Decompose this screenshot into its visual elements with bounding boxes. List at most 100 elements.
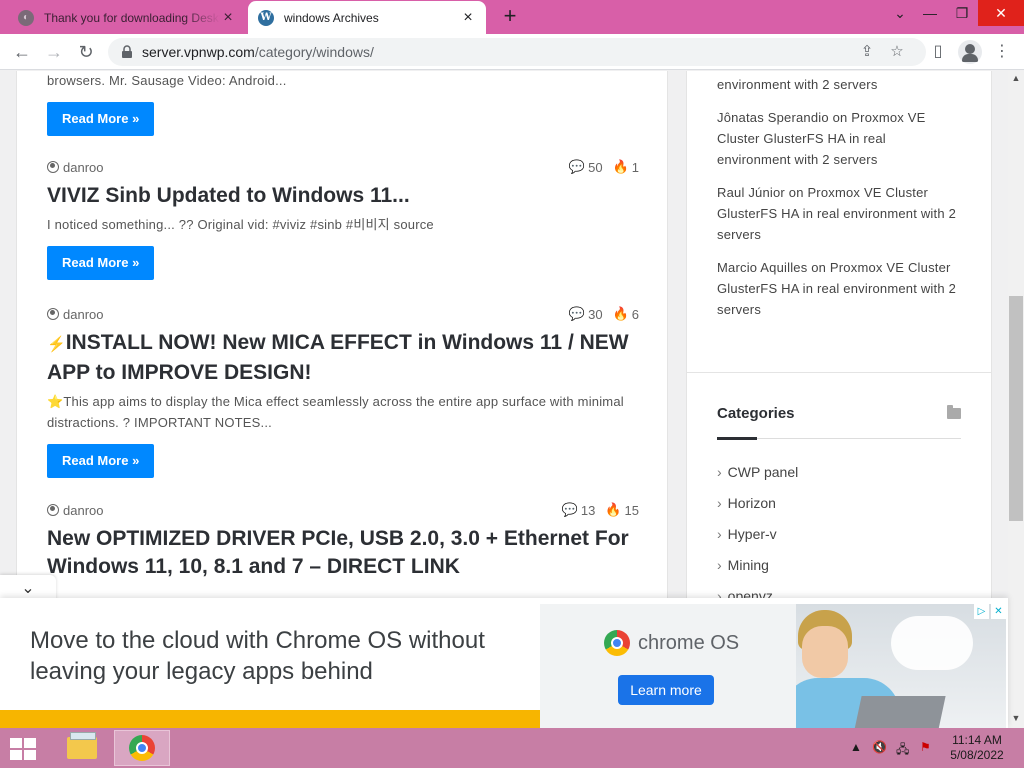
restore-button[interactable]: ❐ <box>945 0 979 26</box>
post-item: danroo 💬 13 🔥 15 New OPTIMIZED DRIVER PCIe… <box>47 501 639 581</box>
scroll-up-icon[interactable]: ▲ <box>1011 73 1021 83</box>
close-ad-icon[interactable]: ✕ <box>991 604 1006 619</box>
views-count: 🔥 6 <box>612 306 639 322</box>
system-clock[interactable]: 11:14 AM 5/08/2022 <box>944 733 1010 763</box>
close-window-button[interactable]: ✕ <box>978 0 1024 26</box>
category-link[interactable]: › Mining <box>717 557 769 573</box>
flame-icon: 🔥 <box>612 306 629 321</box>
post-item: danroo 💬 50 🔥 1 VIVIZ Sinb Updated to Wind… <box>47 158 639 280</box>
tab-windows-archives[interactable]: W windows Archives × <box>248 1 486 34</box>
volume-muted-icon[interactable]: 🔇 <box>872 740 887 754</box>
flame-icon: 🔥 <box>605 502 622 517</box>
share-icon[interactable]: ⇪ <box>858 43 876 61</box>
post-title[interactable]: VIVIZ Sinb Updated to Windows 11... <box>47 182 639 210</box>
ad-photo[interactable] <box>796 604 1006 728</box>
learn-more-button[interactable]: Learn more <box>618 675 714 705</box>
post-meta: danroo 💬 30 🔥 6 <box>47 305 639 323</box>
comments-count[interactable]: 💬 30 <box>569 306 603 322</box>
ad-choices[interactable]: ▷ ✕ <box>974 604 1006 619</box>
ad-brand: chrome OS <box>604 630 739 656</box>
post-title[interactable]: New OPTIMIZED DRIVER PCIe, USB 2.0, 3.0 … <box>47 525 639 581</box>
chrome-logo-icon <box>604 630 630 656</box>
chevron-right-icon: › <box>717 464 722 480</box>
bookmark-star-icon[interactable]: ☆ <box>888 43 906 61</box>
file-explorer-icon <box>67 732 97 759</box>
category-link[interactable]: › Hyper-v <box>717 526 777 542</box>
chrome-icon <box>129 735 155 761</box>
url-host: server.vpnwp.com <box>142 44 255 60</box>
new-tab-button[interactable]: + <box>498 5 522 29</box>
recent-comment[interactable]: Jônatas Sperandio on Proxmox VE Cluster … <box>717 107 957 170</box>
post-item: browsers. Mr. Sausage Video: Android... … <box>47 71 639 136</box>
recent-comment[interactable]: Marcio Aquilles on Proxmox VE Cluster Gl… <box>717 257 957 320</box>
taskbar: ▲ 🔇 🖧 ⚑ 11:14 AM 5/08/2022 <box>0 728 1024 768</box>
ad-stripe <box>0 710 540 728</box>
post-meta: danroo 💬 50 🔥 1 <box>47 158 639 176</box>
browser-toolbar: ← → ↻ server.vpnwp.com/category/windows/… <box>0 34 1024 70</box>
post-excerpt: ⭐This app aims to display the Mica effec… <box>47 394 624 430</box>
close-tab-icon[interactable]: × <box>460 9 476 26</box>
minimize-button[interactable]: — <box>913 0 947 26</box>
views-count: 🔥 15 <box>605 502 639 518</box>
comments-icon: 💬 <box>568 306 586 321</box>
scroll-thumb[interactable] <box>1009 296 1023 521</box>
side-panel-icon[interactable]: ▯ <box>928 42 948 62</box>
lightning-icon: ⚡ <box>47 336 66 353</box>
read-more-button[interactable]: Read More » <box>47 444 155 478</box>
globe-icon: ◐ <box>18 9 34 26</box>
tab-strip: ◐ Thank you for downloading Desktop × W … <box>0 0 1024 34</box>
category-link[interactable]: › CWP panel <box>717 464 798 480</box>
categories-heading: Categories <box>717 405 795 422</box>
tab-title: windows Archives <box>284 10 379 25</box>
recent-comment[interactable]: Raul Júnior on Proxmox VE Cluster Gluste… <box>717 182 957 245</box>
comments-count[interactable]: 💬 50 <box>569 159 603 175</box>
post-author[interactable]: danroo <box>63 503 103 518</box>
flame-icon: 🔥 <box>612 159 629 174</box>
back-arrow-icon[interactable]: ← <box>10 40 34 64</box>
post-author[interactable]: danroo <box>63 307 103 322</box>
folder-icon <box>947 405 961 419</box>
views-count: 🔥 1 <box>612 159 639 175</box>
chevron-right-icon: › <box>717 526 722 542</box>
category-link[interactable]: › Horizon <box>717 495 776 511</box>
menu-kebab-icon[interactable]: ⋮ <box>992 42 1012 62</box>
close-tab-icon[interactable]: × <box>220 9 236 26</box>
show-hidden-icons-icon[interactable]: ▲ <box>850 740 862 754</box>
file-explorer-button[interactable] <box>54 730 110 766</box>
address-bar[interactable]: server.vpnwp.com/category/windows/ ⇪ ☆ <box>108 38 926 66</box>
adchoices-icon[interactable]: ▷ <box>974 604 989 619</box>
profile-avatar[interactable] <box>958 40 982 64</box>
comments-count[interactable]: 💬 13 <box>562 502 596 518</box>
chrome-taskbar-button[interactable] <box>114 730 170 766</box>
ad-banner[interactable]: Move to the cloud with Chrome OS without… <box>0 598 1008 728</box>
comments-icon: 💬 <box>561 502 578 517</box>
action-center-icon[interactable]: ⚑ <box>920 740 931 754</box>
post-author[interactable]: danroo <box>63 160 103 175</box>
user-icon <box>47 308 59 320</box>
post-excerpt: browsers. Mr. Sausage Video: Android... <box>47 73 287 88</box>
reload-icon[interactable]: ↻ <box>74 40 98 64</box>
chevron-right-icon: › <box>717 495 722 511</box>
windows-start-icon[interactable] <box>6 736 38 762</box>
recent-comments-widget: environment with 2 servers Jônatas Spera… <box>686 71 992 413</box>
ad-brand-panel[interactable]: chrome OS Learn more <box>540 604 796 728</box>
post-title[interactable]: ⚡INSTALL NOW! New MICA EFFECT in Windows… <box>47 329 639 387</box>
lock-icon[interactable] <box>120 45 134 59</box>
wordpress-icon: W <box>258 9 274 26</box>
read-more-button[interactable]: Read More » <box>47 102 155 136</box>
ad-copy[interactable]: Move to the cloud with Chrome OS without… <box>0 598 540 728</box>
comments-icon: 💬 <box>568 159 586 174</box>
recent-comment[interactable]: environment with 2 servers <box>717 74 957 95</box>
forward-arrow-icon[interactable]: → <box>42 40 66 64</box>
chevron-right-icon: › <box>717 557 722 573</box>
tab-thank-you[interactable]: ◐ Thank you for downloading Desktop × <box>8 1 246 34</box>
ad-headline[interactable]: Move to the cloud with Chrome OS without… <box>30 625 530 687</box>
tab-search-icon[interactable]: ⌄ <box>883 0 917 26</box>
network-icon[interactable]: 🖧 <box>896 740 909 761</box>
post-meta: danroo 💬 13 🔥 15 <box>47 501 639 519</box>
scroll-down-icon[interactable]: ▼ <box>1011 713 1021 723</box>
page-scrollbar[interactable]: ▲ ▼ <box>1008 71 1024 728</box>
read-more-button[interactable]: Read More » <box>47 246 155 280</box>
post-item: danroo 💬 30 🔥 6 ⚡INSTALL NOW! New MICA EFF… <box>47 305 639 478</box>
screen: ◐ Thank you for downloading Desktop × W … <box>0 0 1024 768</box>
